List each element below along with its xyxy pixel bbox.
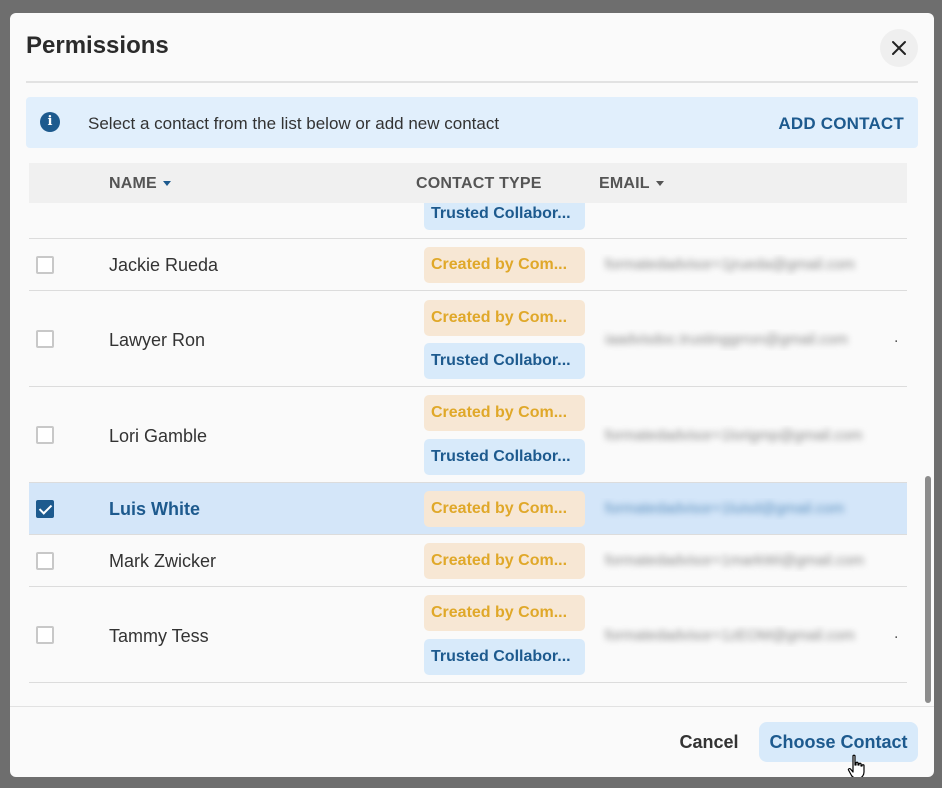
- contacts-table: NAME CONTACT TYPE EMAIL Trusted Collabor…: [29, 163, 907, 693]
- close-button[interactable]: [880, 29, 918, 67]
- contact-email: formatedadvisor+1lorigmp@gmail.com: [605, 427, 863, 444]
- table-row-selected[interactable]: Luis White Created by Com... formatedadv…: [29, 483, 907, 535]
- contact-name: Lawyer Ron: [109, 330, 206, 350]
- pointer-hand-icon: [847, 754, 865, 777]
- column-header-email[interactable]: EMAIL: [599, 175, 664, 193]
- contact-type-badge: Created by Com...: [424, 247, 585, 283]
- contact-email: iaadvisdoc.trustinggrron@gmail.com: [605, 331, 848, 348]
- contact-email: formatedadvisor+1luisd@gmail.com: [605, 500, 845, 517]
- column-header-email-label: EMAIL: [599, 175, 650, 192]
- contact-email: formatedadvisor+1jrueda@gmail.com: [605, 256, 855, 273]
- close-icon: [892, 41, 906, 55]
- dialog-title: Permissions: [26, 32, 169, 59]
- contact-name: Mark Zwicker: [109, 551, 216, 571]
- info-message: Select a contact from the list below or …: [88, 114, 500, 133]
- table-row[interactable]: Tammy Tess Created by Com... Trusted Col…: [29, 588, 907, 683]
- contact-type-badge: Trusted Collabor...: [424, 639, 585, 675]
- contact-name: Luis White: [109, 499, 200, 519]
- sort-caret-icon: [162, 181, 171, 187]
- title-divider: [26, 81, 918, 83]
- contact-type-badge: Trusted Collabor...: [424, 439, 585, 475]
- email-overflow-marker: .: [894, 329, 899, 346]
- table-header: NAME CONTACT TYPE EMAIL: [29, 163, 907, 203]
- contact-name: Tammy Tess: [109, 626, 209, 646]
- column-header-name-label: NAME: [109, 175, 157, 192]
- table-row[interactable]: Jackie Rueda Created by Com... formateda…: [29, 240, 907, 291]
- row-checkbox[interactable]: [36, 426, 54, 444]
- contact-email: formatedadvisor+1markWi@gmail.com: [605, 552, 865, 569]
- row-checkbox-checked[interactable]: [36, 500, 54, 518]
- column-header-name[interactable]: NAME: [109, 175, 171, 193]
- row-checkbox[interactable]: [36, 552, 54, 570]
- table-row[interactable]: Lori Gamble Created by Com... Trusted Co…: [29, 388, 907, 483]
- footer-divider: [10, 706, 934, 707]
- cancel-button[interactable]: Cancel: [670, 722, 748, 762]
- table-row[interactable]: Lawyer Ron Created by Com... Trusted Col…: [29, 292, 907, 387]
- info-banner: i Select a contact from the list below o…: [26, 97, 918, 148]
- email-overflow-marker: .: [894, 625, 899, 642]
- contact-name: Jackie Rueda: [109, 255, 219, 275]
- contact-type-badge: Created by Com...: [424, 543, 585, 579]
- sort-caret-icon: [655, 181, 664, 187]
- column-header-contact-type: CONTACT TYPE: [416, 175, 542, 192]
- table-row[interactable]: Mark Zwicker Created by Com... formateda…: [29, 536, 907, 587]
- add-contact-button[interactable]: ADD CONTACT: [778, 114, 904, 134]
- table-scrollbar[interactable]: [925, 476, 931, 703]
- permissions-dialog: Permissions i Select a contact from the …: [10, 13, 934, 777]
- contact-type-badge: Trusted Collabor...: [424, 343, 585, 379]
- info-icon: i: [40, 112, 60, 132]
- row-checkbox[interactable]: [36, 330, 54, 348]
- contact-type-badge: Created by Com...: [424, 595, 585, 631]
- contact-email: formatedadvisor+1zEOM@gmail.com: [605, 627, 855, 644]
- contact-type-badge: Created by Com...: [424, 395, 585, 431]
- row-checkbox[interactable]: [36, 256, 54, 274]
- contact-type-badge: Created by Com...: [424, 300, 585, 336]
- contact-name: Lori Gamble: [109, 426, 208, 446]
- choose-contact-button[interactable]: Choose Contact: [759, 722, 918, 762]
- row-checkbox[interactable]: [36, 626, 54, 644]
- contact-type-badge: Created by Com...: [424, 491, 585, 527]
